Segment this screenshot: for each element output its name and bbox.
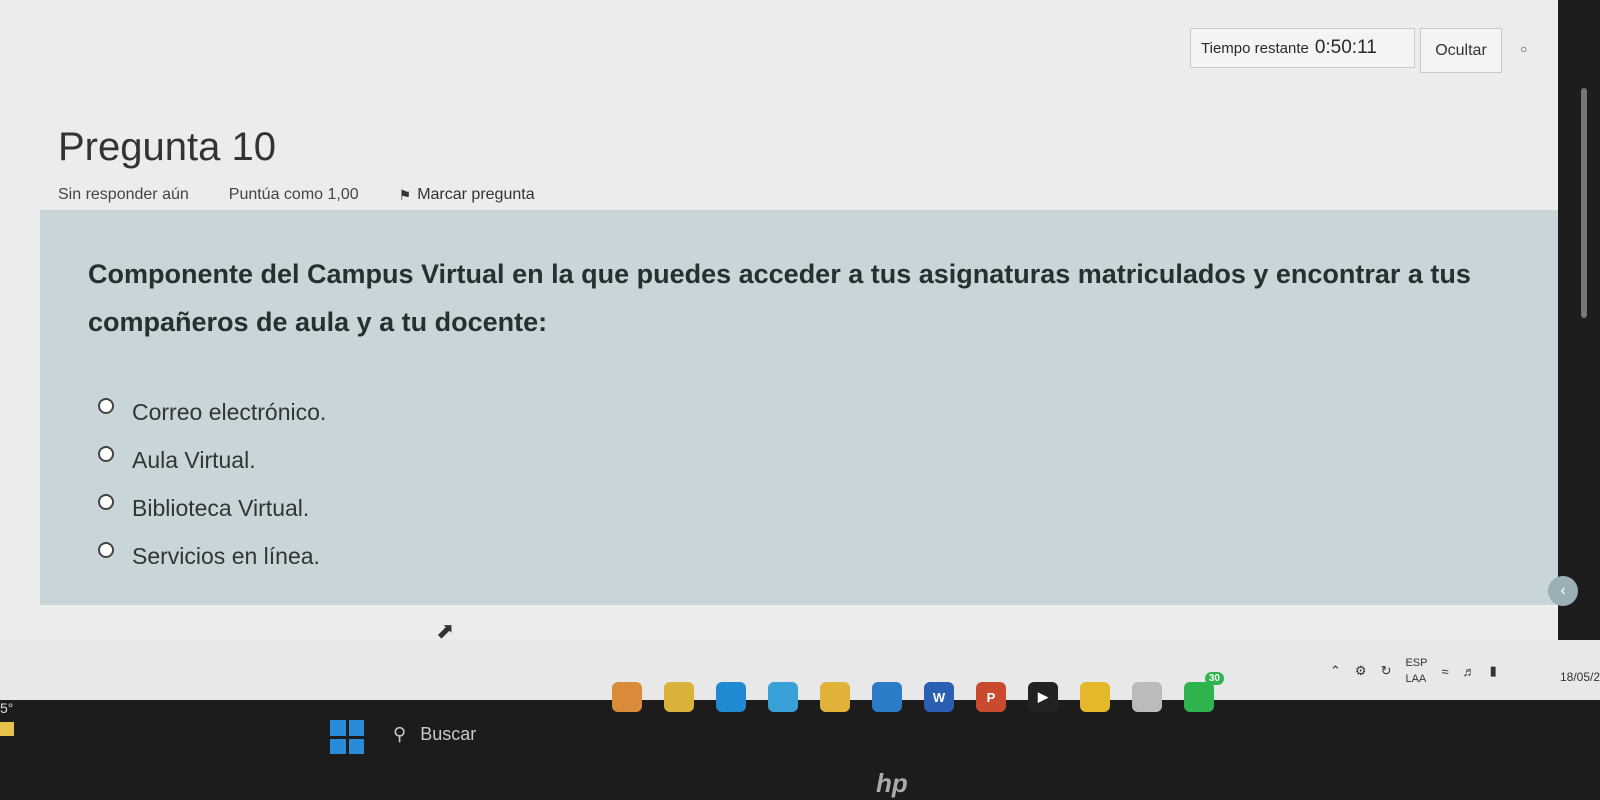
option-label: Biblioteca Virtual.	[132, 494, 310, 521]
circle-icon: ○	[1520, 42, 1528, 56]
edge-icon[interactable]	[716, 682, 746, 712]
copilot-icon[interactable]	[768, 682, 798, 712]
scrollbar-thumb[interactable]	[1581, 88, 1587, 318]
hp-logo-icon: hp	[876, 768, 908, 798]
battery-icon[interactable]: ▮	[1490, 663, 1497, 679]
settings-icon[interactable]	[1132, 682, 1162, 712]
language-indicator[interactable]: ESP LAA	[1405, 655, 1427, 687]
timer-value: 0:50:11	[1314, 37, 1377, 58]
flag-question-label: Marcar pregunta	[417, 186, 535, 203]
question-meta: Sin responder aún Puntúa como 1,00 ⚑ Mar…	[58, 186, 535, 204]
option-label: Aula Virtual.	[132, 446, 256, 473]
search-icon: ⚲	[393, 723, 407, 744]
widgets-icon[interactable]	[612, 682, 642, 712]
wifi-icon[interactable]: ≈	[1441, 664, 1448, 679]
timer-box: Tiempo restante 0:50:11	[1190, 28, 1415, 68]
answer-options: Correo electrónico. Aula Virtual. Biblio…	[98, 388, 326, 580]
option-label: Servicios en línea.	[132, 542, 320, 569]
taskbar-date[interactable]: 18/05/2	[1560, 670, 1600, 684]
word-icon[interactable]: W	[924, 682, 954, 712]
store-icon[interactable]	[872, 682, 902, 712]
radio-button[interactable]	[98, 494, 114, 510]
whatsapp-icon[interactable]: 30	[1184, 672, 1224, 712]
question-score: Puntúa como 1,00	[228, 186, 359, 203]
question-status: Sin responder aún	[58, 186, 189, 203]
answer-option[interactable]: Aula Virtual.	[98, 436, 326, 484]
flag-question-link[interactable]: ⚑ Marcar pregunta	[399, 186, 535, 204]
timer-label: Tiempo restante	[1201, 39, 1309, 57]
taskbar-search[interactable]: ⚲ Buscar	[385, 716, 585, 752]
answer-option[interactable]: Servicios en línea.	[98, 532, 326, 580]
weather-icon	[0, 722, 14, 736]
chevron-left-icon[interactable]: ‹	[1548, 576, 1578, 606]
question-text: Componente del Campus Virtual en la que …	[88, 259, 1471, 337]
taskbar	[0, 700, 1600, 800]
radio-button[interactable]	[98, 446, 114, 462]
flag-icon: ⚑	[398, 186, 412, 203]
answer-option[interactable]: Biblioteca Virtual.	[98, 484, 326, 532]
chevron-up-icon[interactable]: ⌃	[1330, 663, 1341, 679]
windows-start-icon[interactable]	[330, 720, 364, 754]
radio-button[interactable]	[98, 398, 114, 414]
sync-icon[interactable]: ↻	[1381, 663, 1392, 679]
folder-icon[interactable]	[820, 682, 850, 712]
language-primary: ESP	[1405, 657, 1428, 669]
file-explorer-icon[interactable]	[664, 682, 694, 712]
answer-option[interactable]: Correo electrónico.	[98, 388, 326, 436]
language-secondary: LAA	[1405, 673, 1427, 685]
radio-button[interactable]	[98, 542, 114, 558]
question-title: Pregunta 10	[58, 125, 276, 169]
notification-badge: 30	[1204, 672, 1224, 685]
search-placeholder: Buscar	[420, 723, 477, 744]
chrome-icon[interactable]	[1080, 682, 1110, 712]
weather-temp[interactable]: 5°	[0, 700, 13, 716]
option-label: Correo electrónico.	[132, 398, 327, 425]
volume-icon[interactable]: ♬	[1463, 664, 1476, 679]
accessibility-icon[interactable]: ⚙	[1355, 663, 1367, 679]
system-tray: ⌃ ⚙ ↻ ESP LAA ≈ ♬ ▮	[1330, 655, 1497, 687]
media-player-icon[interactable]: ▶	[1028, 682, 1058, 712]
taskbar-apps: W P ▶ 30	[612, 672, 1224, 712]
powerpoint-icon[interactable]: P	[976, 682, 1006, 712]
hide-timer-button[interactable]: Ocultar	[1420, 28, 1502, 73]
